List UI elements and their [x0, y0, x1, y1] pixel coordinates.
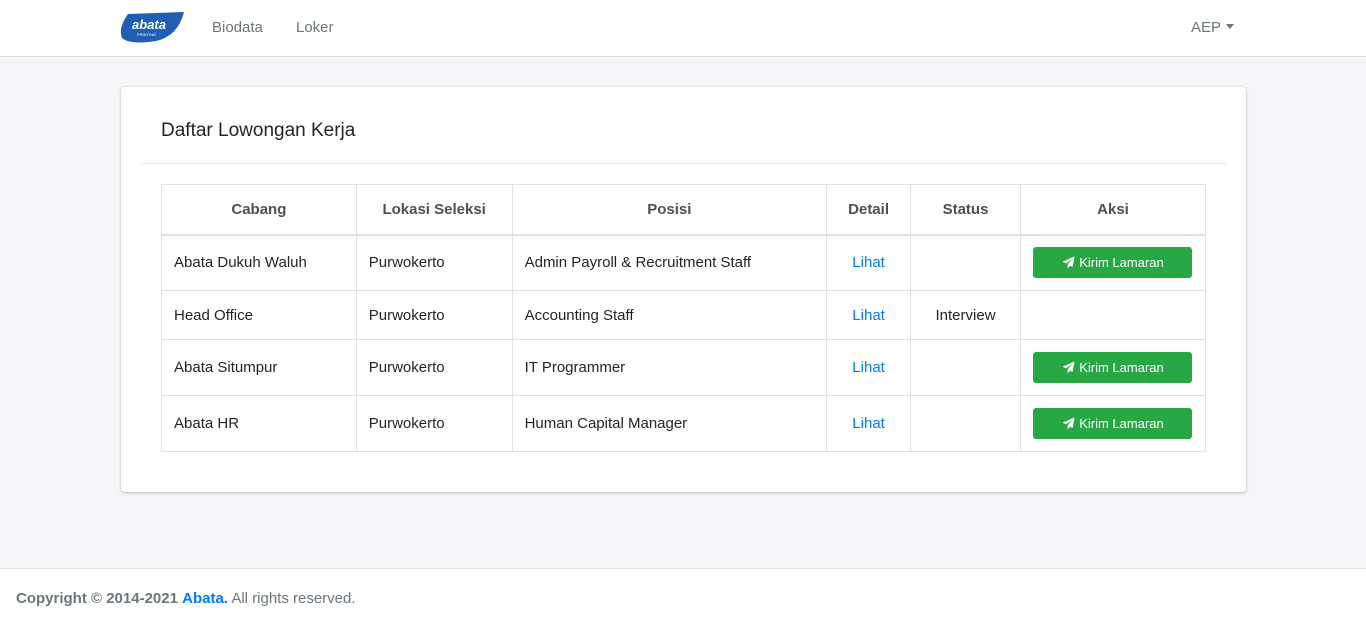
kirim-lamaran-button[interactable]: Kirim Lamaran — [1033, 247, 1193, 279]
copyright-prefix: Copyright © 2014-2021 — [16, 590, 178, 607]
table-row: Abata HR Purwokerto Human Capital Manage… — [161, 395, 1207, 452]
logo-text: abata — [132, 17, 166, 32]
brand-logo[interactable]: abata PRINTING — [120, 10, 186, 44]
cell-detail: Lihat — [826, 339, 912, 396]
paper-plane-icon — [1062, 256, 1075, 269]
logo-subtext: PRINTING — [137, 32, 156, 37]
detail-link[interactable]: Lihat — [852, 359, 885, 376]
kirim-lamaran-label: Kirim Lamaran — [1079, 255, 1164, 271]
job-list-card: Daftar Lowongan Kerja Cabang Lokasi Sele… — [121, 87, 1246, 492]
page-footer: Copyright © 2014-2021 Abata. All rights … — [0, 568, 1366, 625]
cell-aksi: Kirim Lamaran — [1019, 395, 1207, 452]
cell-detail: Lihat — [826, 234, 912, 291]
kirim-lamaran-label: Kirim Lamaran — [1079, 416, 1164, 431]
cell-detail: Lihat — [826, 290, 912, 340]
col-header-lokasi: Lokasi Seleksi — [355, 184, 513, 236]
kirim-lamaran-button[interactable]: Kirim Lamaran — [1033, 352, 1193, 383]
detail-link[interactable]: Lihat — [852, 307, 885, 324]
kirim-lamaran-button[interactable]: Kirim Lamaran — [1033, 408, 1193, 439]
cell-cabang: Head Office — [161, 290, 357, 340]
caret-down-icon — [1226, 24, 1235, 29]
col-header-detail: Detail — [826, 184, 912, 236]
col-header-posisi: Posisi — [511, 184, 828, 236]
cell-status — [910, 395, 1021, 452]
col-header-cabang: Cabang — [161, 184, 357, 236]
nav-link-biodata[interactable]: Biodata — [212, 19, 263, 36]
cell-posisi: Admin Payroll & Recruitment Staff — [511, 234, 828, 291]
table-header-row: Cabang Lokasi Seleksi Posisi Detail Stat… — [161, 184, 1207, 236]
cell-detail: Lihat — [826, 395, 912, 452]
table-row: Head Office Purwokerto Accounting Staff … — [161, 290, 1207, 340]
cell-cabang: Abata Situmpur — [161, 339, 357, 396]
paper-plane-icon — [1062, 361, 1075, 374]
card-title: Daftar Lowongan Kerja — [161, 120, 356, 141]
abata-logo-icon: abata PRINTING — [120, 12, 184, 43]
col-header-aksi: Aksi — [1019, 184, 1207, 236]
cell-lokasi: Purwokerto — [355, 234, 513, 291]
cell-posisi: Accounting Staff — [511, 290, 828, 340]
job-table: Cabang Lokasi Seleksi Posisi Detail Stat… — [161, 184, 1207, 452]
card-divider — [141, 163, 1226, 164]
kirim-lamaran-label: Kirim Lamaran — [1079, 360, 1164, 375]
cell-status: Interview — [910, 290, 1021, 340]
cell-aksi: Kirim Lamaran — [1019, 339, 1207, 396]
paper-plane-icon — [1062, 417, 1075, 430]
user-name: AEP — [1191, 19, 1222, 36]
cell-aksi: Kirim Lamaran — [1019, 234, 1207, 291]
cell-lokasi: Purwokerto — [355, 339, 513, 396]
cell-posisi: Human Capital Manager — [511, 395, 828, 452]
table-row: Abata Dukuh Waluh Purwokerto Admin Payro… — [161, 234, 1207, 291]
user-dropdown[interactable]: AEP — [1191, 19, 1235, 36]
top-navbar: abata PRINTING Biodata Loker AEP — [0, 0, 1366, 57]
cell-status — [910, 339, 1021, 396]
detail-link[interactable]: Lihat — [852, 415, 885, 432]
detail-link[interactable]: Lihat — [852, 254, 885, 271]
cell-aksi — [1019, 290, 1207, 340]
cell-status — [910, 234, 1021, 291]
cell-lokasi: Purwokerto — [355, 395, 513, 452]
table-row: Abata Situmpur Purwokerto IT Programmer … — [161, 339, 1207, 396]
copyright-text: Copyright © 2014-2021 Abata. All rights … — [16, 590, 356, 607]
footer-brand-link[interactable]: Abata. — [182, 590, 228, 607]
cell-posisi: IT Programmer — [511, 339, 828, 396]
cell-lokasi: Purwokerto — [355, 290, 513, 340]
copyright-suffix: All rights reserved. — [231, 590, 356, 607]
nav-link-loker[interactable]: Loker — [296, 19, 334, 36]
cell-cabang: Abata Dukuh Waluh — [161, 234, 357, 291]
col-header-status: Status — [910, 184, 1021, 236]
cell-cabang: Abata HR — [161, 395, 357, 452]
